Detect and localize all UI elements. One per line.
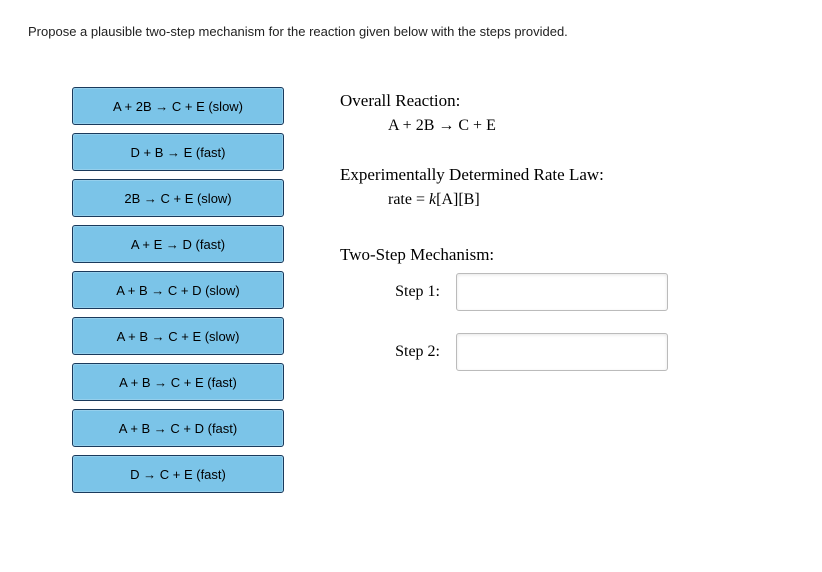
option-tile-5[interactable]: A + B → C + E (slow) — [72, 317, 284, 355]
overall-reaction-title: Overall Reaction: — [340, 91, 794, 111]
rate-prefix: rate = — [388, 191, 429, 208]
step-1-dropzone[interactable] — [456, 273, 668, 311]
overall-reaction-text: A + 2B → C + E — [388, 117, 794, 135]
rate-expr: [A][B] — [436, 191, 480, 208]
option-tile-0[interactable]: A + 2B → C + E (slow) — [72, 87, 284, 125]
option-tile-1[interactable]: D + B → E (fast) — [72, 133, 284, 171]
step-2-dropzone[interactable] — [456, 333, 668, 371]
rate-law-title: Experimentally Determined Rate Law: — [340, 165, 794, 185]
rate-law-text: rate = k[A][B] — [388, 191, 794, 209]
option-tile-6[interactable]: A + B → C + E (fast) — [72, 363, 284, 401]
content-area: A + 2B → C + E (slow) D + B → E (fast) 2… — [28, 87, 794, 493]
step-2-label: Step 2: — [378, 343, 440, 361]
step-2-row: Step 2: — [378, 333, 794, 371]
step-1-row: Step 1: — [378, 273, 794, 311]
answer-area: Overall Reaction: A + 2B → C + E Experim… — [340, 87, 794, 493]
option-tile-2[interactable]: 2B → C + E (slow) — [72, 179, 284, 217]
mechanism-title: Two-Step Mechanism: — [340, 245, 794, 265]
option-tile-8[interactable]: D → C + E (fast) — [72, 455, 284, 493]
option-tile-3[interactable]: A + E → D (fast) — [72, 225, 284, 263]
question-text: Propose a plausible two-step mechanism f… — [28, 24, 794, 39]
options-column: A + 2B → C + E (slow) D + B → E (fast) 2… — [28, 87, 284, 493]
step-1-label: Step 1: — [378, 283, 440, 301]
option-tile-4[interactable]: A + B → C + D (slow) — [72, 271, 284, 309]
option-tile-7[interactable]: A + B → C + D (fast) — [72, 409, 284, 447]
mechanism-steps: Step 1: Step 2: — [340, 273, 794, 371]
